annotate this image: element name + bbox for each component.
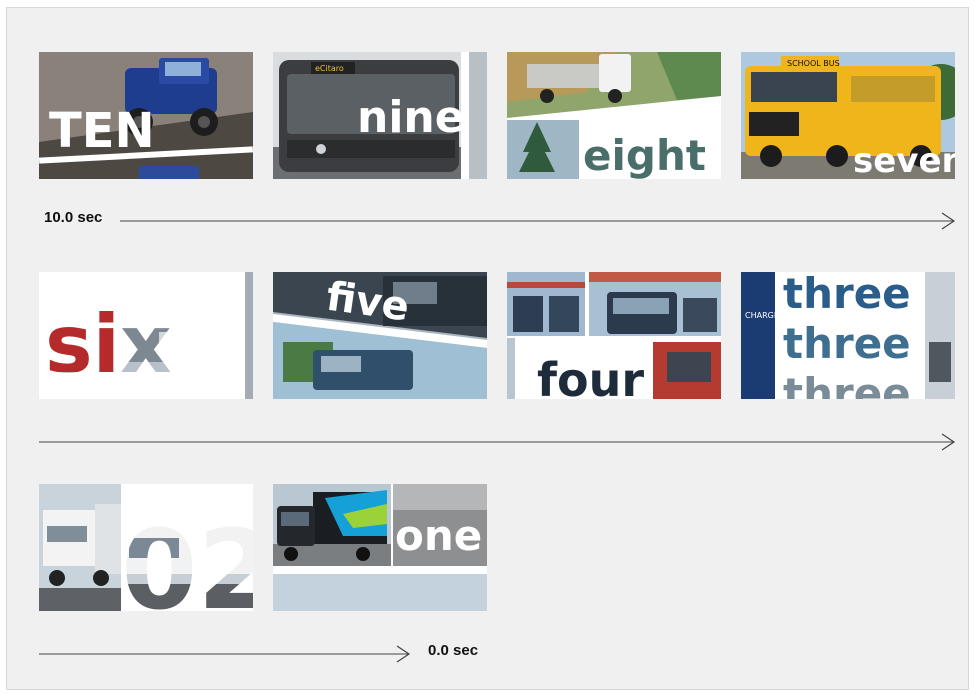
tile-four: four xyxy=(507,272,721,399)
tile-nine: eCitaro nine xyxy=(273,52,487,179)
tile-six: six six xyxy=(39,272,253,399)
tile-one-image: one xyxy=(273,484,487,611)
tile-five-image: five xyxy=(273,272,487,399)
tile-eight: eight xyxy=(507,52,721,179)
countdown-end-label: 0.0 sec xyxy=(428,642,479,659)
tile-seven-image: SCHOOL BUS seven xyxy=(741,52,955,179)
tile-eight-word: eight xyxy=(583,131,706,179)
tile-three: CHARGED & READY three three three xyxy=(741,272,955,399)
tile-three-word-2: three xyxy=(783,319,911,368)
tile-ten: TEN xyxy=(39,52,253,179)
tile-seven: SCHOOL BUS seven xyxy=(741,52,955,179)
timeline-arrow-1 xyxy=(120,212,956,230)
tile-four-image: four xyxy=(507,272,721,399)
tile-02-image: 02 02 xyxy=(39,484,253,611)
tile-eight-image: eight xyxy=(507,52,721,179)
tile-three-word-1: three xyxy=(783,272,911,318)
timeline-arrow-3 xyxy=(39,645,411,663)
tile-seven-sign: SCHOOL BUS xyxy=(787,59,840,68)
tile-one-word: one xyxy=(395,511,482,560)
tile-three-image: CHARGED & READY three three three xyxy=(741,272,955,399)
tile-three-word-3: three xyxy=(783,369,911,399)
tile-nine-sign: eCitaro xyxy=(315,64,344,73)
tile-ten-image: TEN xyxy=(39,52,253,179)
tile-six-image: six six xyxy=(39,272,253,399)
tile-five: five xyxy=(273,272,487,399)
timeline-arrow-2 xyxy=(39,433,956,451)
tile-ten-word: TEN xyxy=(49,103,155,159)
tile-four-word: four xyxy=(537,353,644,399)
tile-one: one xyxy=(273,484,487,611)
tile-02: 02 02 xyxy=(39,484,253,611)
tile-seven-word: seven xyxy=(853,141,955,179)
tile-nine-image: eCitaro nine xyxy=(273,52,487,179)
tile-nine-word: nine xyxy=(357,92,465,143)
